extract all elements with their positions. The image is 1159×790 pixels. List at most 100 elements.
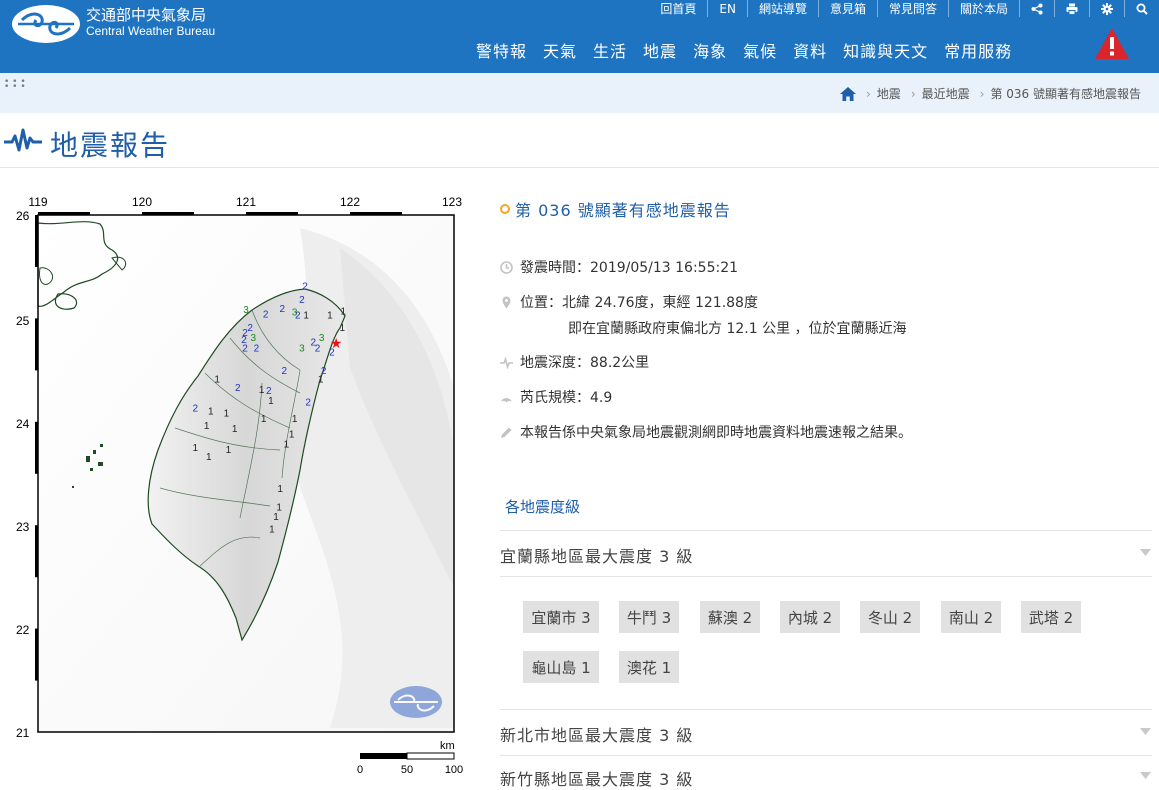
depth-icon — [500, 355, 513, 369]
station-intensity-1: 1 — [214, 375, 220, 386]
station-intensity-1: 1 — [232, 424, 238, 435]
station-intensity-2: 2 — [282, 366, 288, 377]
share-icon[interactable] — [1019, 0, 1054, 17]
nav-services[interactable]: 常用服務 — [944, 38, 1012, 62]
accordion-header-yilan[interactable]: 宜蘭縣地區最大震度 3 級 — [500, 543, 693, 567]
station-tag: 牛鬥 3 — [619, 601, 679, 633]
station-intensity-1: 1 — [261, 414, 267, 425]
map-pin-icon — [502, 296, 511, 308]
accordion-header-hsinchu[interactable]: 新竹縣地區最大震度 3 級 — [500, 766, 693, 790]
site-header: 交通部中央氣象局 Central Weather Bureau 回首頁 EN 網… — [0, 0, 1159, 73]
about-link[interactable]: 關於本局 — [947, 0, 1019, 17]
depth-row: 地震深度：88.2公里 — [500, 352, 649, 372]
station-intensity-3: 3 — [299, 344, 305, 355]
lon-tick-label: 119 — [28, 195, 47, 209]
chevron-down-icon[interactable] — [1140, 728, 1151, 735]
pencil-icon — [501, 427, 512, 438]
nav-warnings[interactable]: 警特報 — [476, 38, 527, 62]
scale-tick-label: 50 — [401, 764, 413, 776]
station-tag: 冬山 2 — [860, 601, 920, 633]
utility-bar: 回首頁 EN 網站導覽 意見箱 常見問答 關於本局 — [649, 0, 1159, 17]
grip-icon: • • • • • • — [4, 77, 26, 92]
breadcrumb-earthquake[interactable]: 地震 — [877, 85, 901, 102]
magnitude-row: 芮氏規模：4.9 — [500, 387, 612, 407]
chevron-right-icon: › — [865, 86, 871, 101]
home-icon[interactable] — [839, 86, 856, 101]
lat-tick-label: 22 — [16, 623, 30, 637]
search-icon[interactable] — [1124, 0, 1159, 17]
station-intensity-1: 1 — [259, 385, 265, 396]
station-intensity-2: 2 — [193, 404, 199, 415]
gear-icon[interactable] — [1089, 0, 1124, 17]
station-intensity-1: 1 — [193, 443, 199, 454]
seismograph-icon — [4, 128, 42, 152]
faq-link[interactable]: 常見問答 — [876, 0, 948, 17]
nav-weather[interactable]: 天氣 — [543, 38, 577, 62]
nav-life[interactable]: 生活 — [593, 38, 627, 62]
station-intensity-1: 1 — [204, 421, 210, 432]
nav-knowledge[interactable]: 知識與天文 — [843, 38, 928, 62]
location-description: 即在宜蘭縣政府東偏北方 12.1 公里 ，位於宜蘭縣近海 — [568, 321, 907, 337]
station-intensity-3: 3 — [243, 305, 249, 316]
accordion-header-new-taipei[interactable]: 新北市地區最大震度 3 級 — [500, 722, 693, 746]
bullet-circle-icon — [500, 204, 510, 214]
station-tag: 龜山島 1 — [523, 651, 599, 683]
origin-time: 發震時間：2019/05/13 16:55:21 — [520, 260, 739, 276]
depth: 地震深度：88.2公里 — [520, 355, 650, 371]
sitemap-link[interactable]: 網站導覽 — [746, 0, 818, 17]
station-intensity-3: 3 — [251, 333, 257, 344]
cwb-logo[interactable] — [10, 4, 82, 44]
frame-tick — [35, 421, 38, 474]
station-intensity-1: 1 — [206, 452, 212, 463]
nav-climate[interactable]: 氣候 — [743, 38, 777, 62]
frame-tick — [246, 212, 298, 215]
cwb-watermark-icon — [390, 686, 442, 718]
chevron-down-icon[interactable] — [1140, 549, 1151, 556]
breadcrumb-bar: • • • • • • › 地震 › 最近地震 › 第 036 號顯著有感地震報告 — [0, 73, 1159, 113]
location: 位置：北緯 24.76度，東經 121.88度 — [520, 295, 758, 311]
accordion-divider — [500, 755, 1152, 756]
frame-tick — [350, 212, 402, 215]
accordion-divider — [500, 576, 1152, 577]
frame-tick — [35, 318, 38, 371]
station-intensity-2: 2 — [235, 383, 241, 394]
breadcrumb-current: 第 036 號顯著有感地震報告 — [990, 87, 1141, 101]
station-intensity-2: 2 — [241, 335, 247, 346]
frame-tick — [35, 628, 38, 681]
report-heading: 第 036 號顯著有感地震報告 — [500, 197, 731, 221]
nav-data[interactable]: 資料 — [793, 38, 827, 62]
scale-unit: km — [440, 740, 455, 752]
home-link[interactable]: 回首頁 — [649, 0, 707, 17]
english-link[interactable]: EN — [707, 0, 747, 17]
nav-marine[interactable]: 海象 — [693, 38, 727, 62]
chevron-right-icon: › — [979, 86, 985, 101]
lon-tick-label: 122 — [340, 195, 360, 209]
report-title: 第 036 號顯著有感地震報告 — [515, 201, 731, 220]
intensity-levels-link[interactable]: 各地震度級 — [505, 496, 580, 517]
station-intensity-2: 2 — [302, 281, 308, 292]
org-name-en: Central Weather Bureau — [86, 24, 216, 38]
station-intensity-1: 1 — [208, 407, 214, 418]
station-tag: 宜蘭市 3 — [523, 601, 599, 633]
lat-tick-label: 24 — [16, 417, 30, 431]
accordion-divider — [500, 709, 1152, 710]
frame-tick — [142, 212, 194, 215]
chevron-down-icon[interactable] — [1140, 772, 1151, 779]
intensity-map: 119 120 121 122 123 26 25 24 23 22 21 22… — [16, 195, 463, 776]
frame-tick — [35, 525, 38, 578]
origin-time-row: 發震時間：2019/05/13 16:55:21 — [500, 257, 738, 277]
signal-icon — [501, 397, 512, 402]
warning-icon[interactable] — [1094, 27, 1130, 60]
print-icon[interactable] — [1054, 0, 1089, 17]
accordion-divider — [500, 530, 1152, 531]
station-intensity-2: 2 — [263, 309, 269, 320]
lon-tick-label: 121 — [236, 195, 256, 209]
station-intensity-1: 1 — [268, 396, 274, 407]
station-intensity-2: 2 — [315, 344, 321, 355]
breadcrumb-recent[interactable]: 最近地震 — [922, 85, 970, 102]
nav-earthquake[interactable]: 地震 — [643, 38, 677, 62]
station-intensity-1: 1 — [340, 323, 346, 334]
feedback-link[interactable]: 意見箱 — [817, 0, 877, 17]
main-nav: 警特報 天氣 生活 地震 海象 氣候 資料 知識與天文 常用服務 — [476, 38, 1028, 62]
lon-tick-label: 120 — [132, 195, 152, 209]
